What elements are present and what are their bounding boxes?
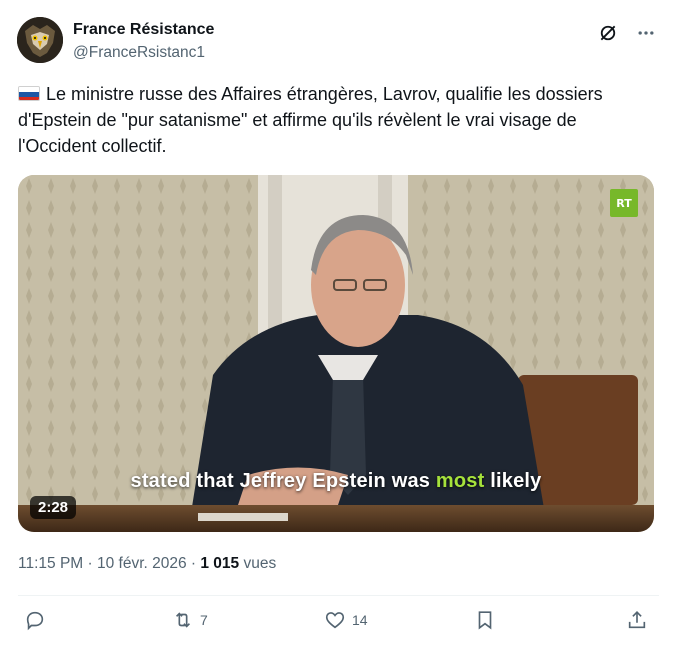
divider [18,595,659,596]
like-icon [325,612,345,629]
views-label: vues [239,555,277,572]
russia-flag-icon [18,86,40,101]
eagle-avatar-image [17,17,63,63]
share-button[interactable] [626,609,648,631]
reply-button[interactable] [24,609,52,631]
share-icon [628,611,646,629]
retweet-count: 7 [200,612,208,628]
caption-text-after: likely [484,470,542,492]
timestamp[interactable]: 11:15 PM · 10 févr. 2026 · [18,555,200,572]
video-caption: stated that Jeffrey Epstein was most lik… [18,470,654,493]
views-count: 1 015 [200,555,240,572]
caption-text-before: stated that Jeffrey Epstein was [130,470,436,492]
reply-icon [26,611,44,631]
avatar[interactable] [17,17,63,63]
tweet-meta: 11:15 PM · 10 févr. 2026 · 1 015 vues [18,555,276,573]
author-name[interactable]: France Résistance [73,20,214,40]
like-count: 14 [352,612,368,628]
tweet-text: Le ministre russe des Affaires étrangère… [18,81,658,159]
video-player[interactable]: stated that Jeffrey Epstein was most lik… [18,175,654,532]
action-bar: 7 14 [18,609,659,639]
bookmark-button[interactable] [474,609,496,631]
tweet-body: Le ministre russe des Affaires étrangère… [18,84,603,156]
top-icons [597,22,657,44]
caption-highlight: most [435,470,485,492]
video-duration: 2:28 [30,496,77,519]
rt-logo: RT [610,189,638,217]
retweet-icon [175,612,191,628]
bookmark-icon [478,611,492,630]
grok-icon[interactable] [597,22,619,44]
more-icon[interactable] [635,22,657,44]
author-block[interactable]: France Résistance @FranceRsistanc1 [73,20,214,63]
author-handle[interactable]: @FranceRsistanc1 [73,43,214,63]
retweet-button[interactable]: 7 [172,609,208,631]
like-button[interactable]: 14 [324,609,368,631]
